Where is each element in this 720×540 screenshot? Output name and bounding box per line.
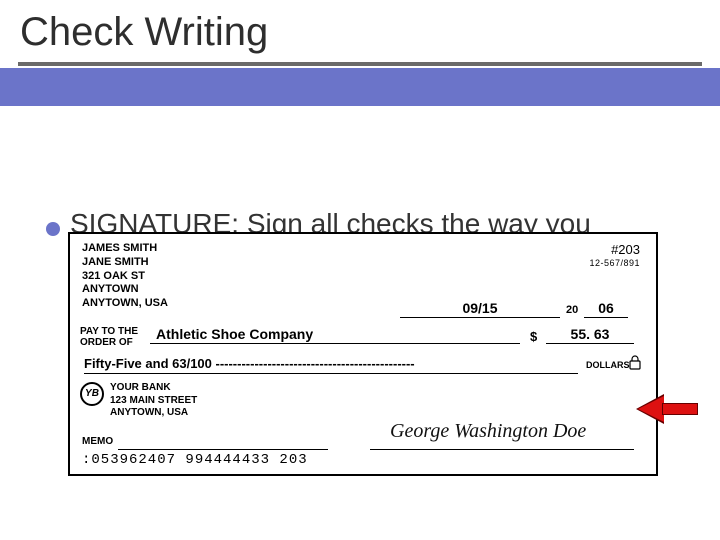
pay-to-label-line1: PAY TO THE: [80, 326, 138, 337]
bank-city: ANYTOWN, USA: [110, 407, 197, 420]
memo-field: [118, 436, 328, 450]
date-field: 09/15: [400, 300, 560, 318]
check-image: JAMES SMITH JANE SMITH 321 OAK ST ANYTOW…: [68, 232, 658, 476]
routing-fraction: 12-567/891: [589, 258, 640, 268]
callout-arrow-icon: [638, 396, 698, 422]
payee-field: Athletic Shoe Company: [150, 326, 520, 344]
holder-city: ANYTOWN: [82, 283, 168, 297]
bank-street: 123 MAIN STREET: [110, 395, 197, 408]
micr-line: :053962407 994444433 203: [82, 452, 308, 468]
dollars-label: DOLLARS: [586, 360, 630, 370]
year-field: 06: [584, 300, 628, 318]
century-label: 20: [566, 304, 578, 316]
bank-logo-icon: YB: [80, 382, 104, 406]
holder-name-2: JANE SMITH: [82, 256, 168, 270]
bullet-icon: [46, 222, 60, 236]
check-number: #203: [611, 242, 640, 257]
bank-name: YOUR BANK: [110, 382, 197, 395]
title-underline: [18, 62, 702, 66]
amount-words-field: Fifty-Five and 63/100 ------------------…: [84, 356, 578, 374]
slide-title: Check Writing: [20, 10, 268, 55]
amount-numeric-field: 55. 63: [546, 326, 634, 344]
holder-street: 321 OAK ST: [82, 270, 168, 284]
memo-label: MEMO: [82, 436, 113, 447]
accent-band: [0, 68, 720, 106]
holder-name-1: JAMES SMITH: [82, 242, 168, 256]
pay-to-label: PAY TO THE ORDER OF: [80, 326, 138, 348]
pay-to-label-line2: ORDER OF: [80, 337, 138, 348]
lock-icon: [628, 354, 642, 370]
holder-country: ANYTOWN, USA: [82, 297, 168, 311]
bank-block: YOUR BANK 123 MAIN STREET ANYTOWN, USA: [110, 382, 197, 420]
account-holder-block: JAMES SMITH JANE SMITH 321 OAK ST ANYTOW…: [82, 242, 168, 311]
dollar-sign: $: [530, 329, 537, 344]
signature-text: George Washington Doe: [390, 420, 586, 443]
